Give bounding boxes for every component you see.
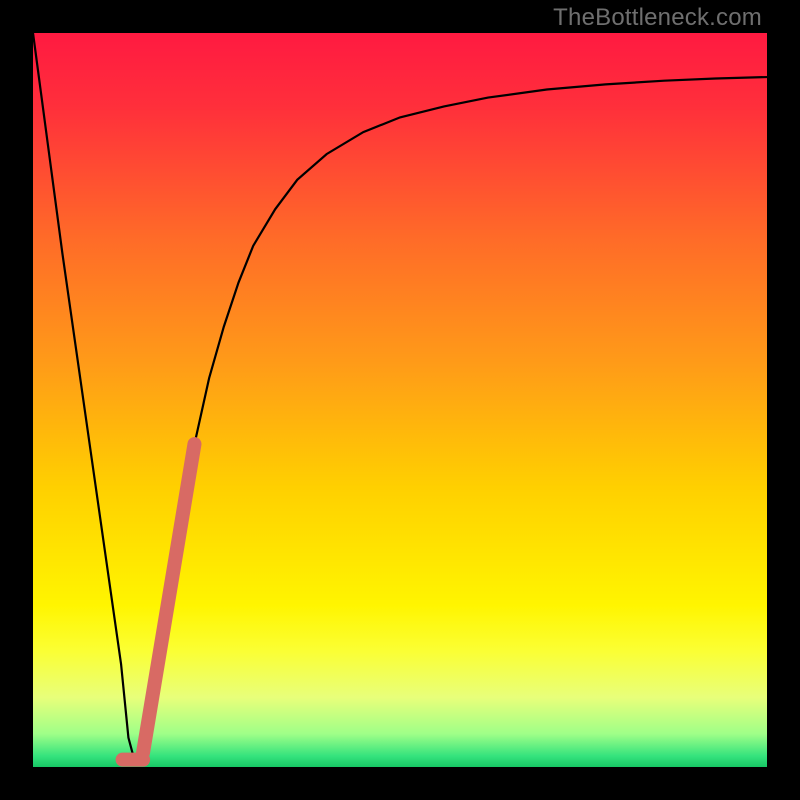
- plot-area: [33, 33, 767, 767]
- chart-svg: [33, 33, 767, 767]
- gradient-background: [33, 33, 767, 767]
- attribution-text: TheBottleneck.com: [553, 4, 762, 32]
- chart-frame: TheBottleneck.com: [0, 0, 800, 800]
